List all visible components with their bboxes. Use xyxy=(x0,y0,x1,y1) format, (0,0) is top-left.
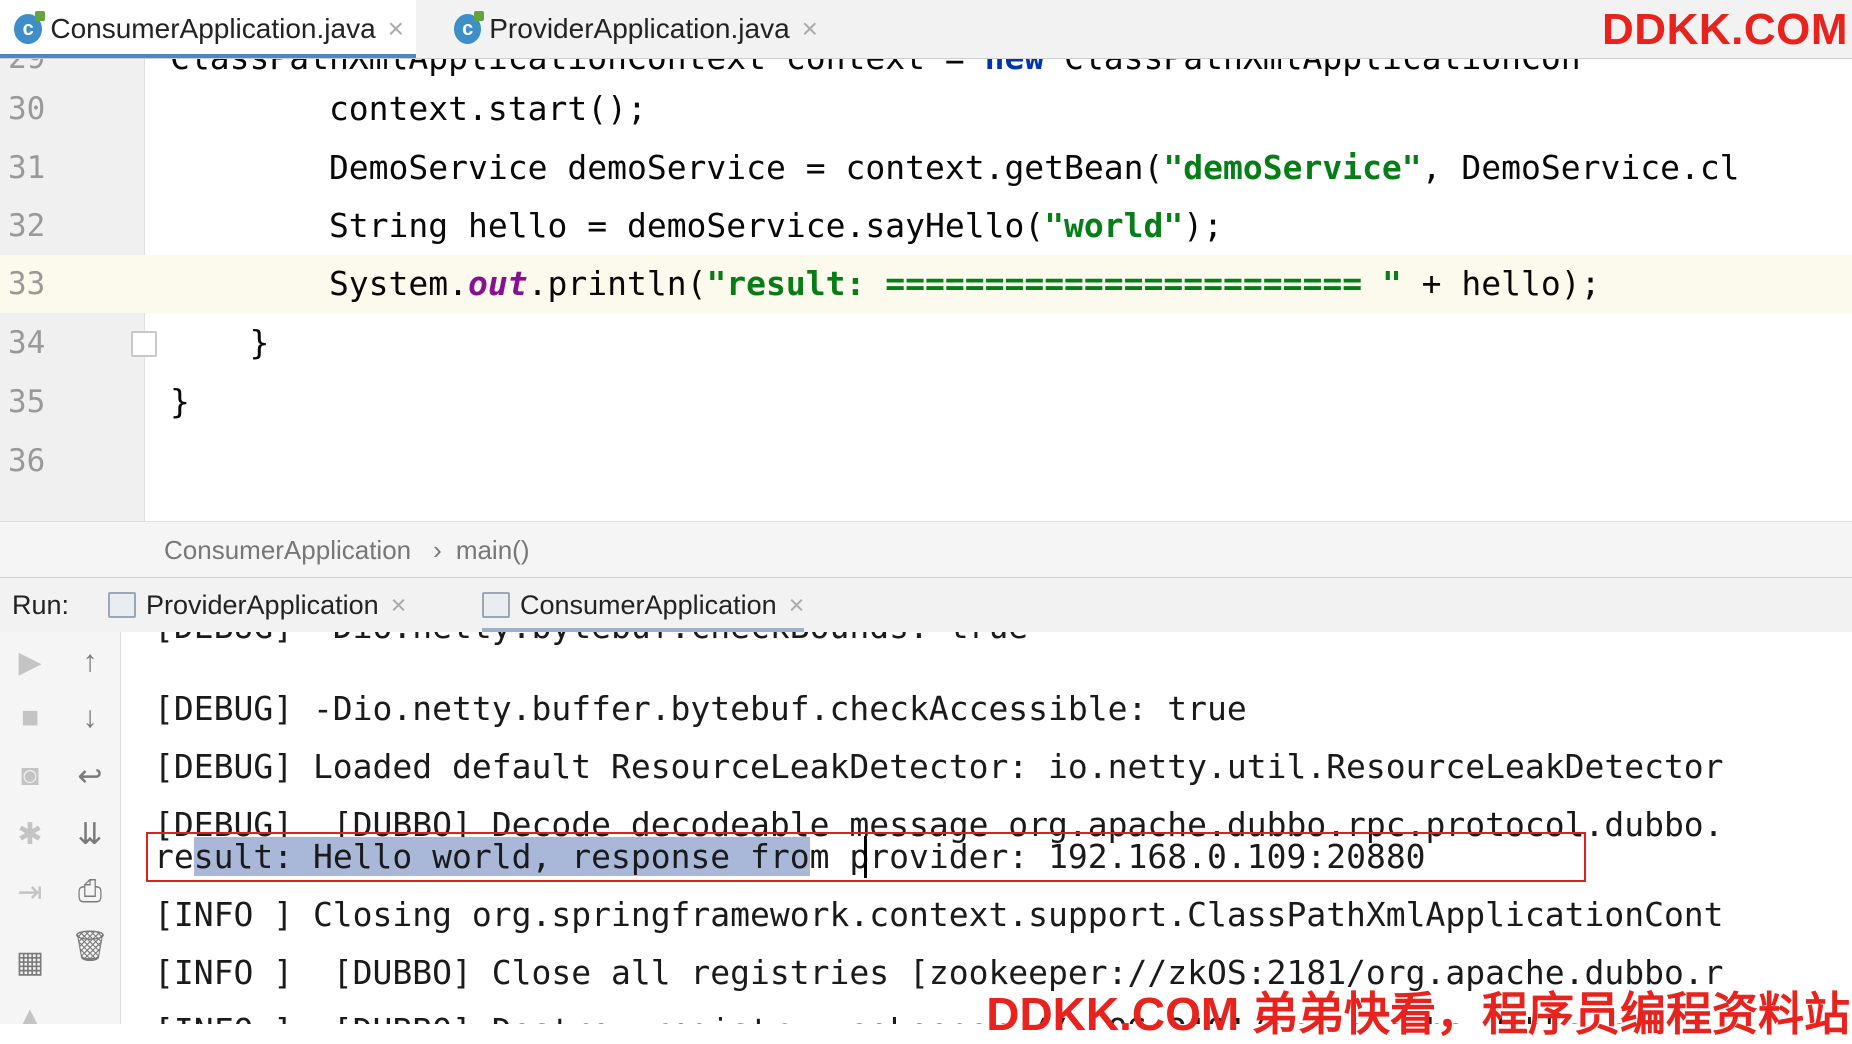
close-icon[interactable]: × xyxy=(802,13,818,45)
line-number: 31 xyxy=(8,150,46,186)
code-line: 36 xyxy=(0,432,1852,490)
application-icon xyxy=(108,592,136,618)
layout-icon[interactable]: ▦ xyxy=(10,942,50,982)
code-text: DemoService demoService = context.getBea… xyxy=(170,148,1740,187)
console-line: [DEBUG] -Dio.netty.buffer.bytebuf.checkA… xyxy=(154,689,1247,728)
code-line: 34 } xyxy=(0,314,1852,372)
console-line: [DEBUG] Loaded default ResourceLeakDetec… xyxy=(154,747,1724,786)
scroll-to-end-icon[interactable]: ⇊ xyxy=(70,814,110,854)
console-line: [DEBUG] -Dio.netty.bytebuf.checkBounds: … xyxy=(154,632,1028,656)
code-line-current: 33 System.out.println("result: =========… xyxy=(0,255,1852,313)
run-tab-consumer[interactable]: ConsumerApplication × xyxy=(482,578,805,632)
tab-label: ProviderApplication.java xyxy=(489,13,790,44)
code-text: String hello = demoService.sayHello("wor… xyxy=(170,206,1224,245)
run-tab-label: ProviderApplication xyxy=(146,589,379,620)
editor-tab-bar: c ConsumerApplication.java × c ProviderA… xyxy=(0,0,1852,59)
text-cursor-icon xyxy=(864,836,867,878)
stop-icon[interactable]: ■ xyxy=(10,698,50,738)
close-icon[interactable]: × xyxy=(789,590,805,621)
breadcrumb-separator: › xyxy=(433,534,442,565)
breadcrumb: ConsumerApplication › main() xyxy=(0,521,1852,578)
run-tab-provider[interactable]: ProviderApplication × xyxy=(108,578,406,632)
debug-icon[interactable]: ✱ xyxy=(10,814,50,854)
soft-wrap-icon[interactable]: ↩ xyxy=(70,756,110,796)
login-icon[interactable]: ⇥ xyxy=(10,872,50,912)
code-line: 31 DemoService demoService = context.get… xyxy=(0,139,1852,197)
tab-consumer-application[interactable]: c ConsumerApplication.java × xyxy=(0,0,416,58)
line-number: 33 xyxy=(0,255,144,313)
run-tool-window-header: Run: ProviderApplication × ConsumerAppli… xyxy=(0,577,1852,633)
watermark-top: DDKK.COM xyxy=(1602,5,1848,54)
fold-marker-icon[interactable] xyxy=(131,331,157,357)
pin-icon[interactable]: ▲ xyxy=(10,998,50,1024)
code-line: 35 } xyxy=(0,373,1852,431)
line-number: 34 xyxy=(8,325,46,361)
code-text: } xyxy=(170,382,190,421)
run-label: Run: xyxy=(12,589,70,620)
line-number: 32 xyxy=(8,208,46,244)
code-text: } xyxy=(170,323,270,362)
application-icon xyxy=(482,592,510,618)
text-selection: sult: Hello world, response fro xyxy=(193,837,810,876)
breadcrumb-method[interactable]: main() xyxy=(456,535,530,566)
rerun-icon[interactable]: ▶ xyxy=(10,642,50,682)
camera-icon[interactable]: ◙ xyxy=(10,756,50,796)
java-class-icon: c xyxy=(14,11,46,44)
code-line: 32 String hello = demoService.sayHello("… xyxy=(0,197,1852,255)
watermark-bottom: DDKK.COM 弟弟快看，程序员编程资料站 xyxy=(986,988,1850,1040)
line-number: 36 xyxy=(8,443,46,479)
code-text: context.start(); xyxy=(170,89,647,128)
console-line: [INFO ] Closing org.springframework.cont… xyxy=(154,895,1724,934)
code-text: System.out.println("result: ============… xyxy=(170,264,1601,303)
tab-provider-application[interactable]: c ProviderApplication.java × xyxy=(440,0,830,58)
code-editor[interactable]: 29 ClassPathXmlApplicationContext contex… xyxy=(0,59,1852,521)
java-class-icon: c xyxy=(454,11,485,44)
run-tab-label: ConsumerApplication xyxy=(520,589,777,620)
console-toolbar: ▶ ↑ ■ ↓ ◙ ↩ ✱ ⇊ ⇥ ⎙ ▦ 🗑 ▲ xyxy=(0,632,121,1024)
close-icon[interactable]: × xyxy=(388,13,404,45)
down-arrow-icon[interactable]: ↓ xyxy=(70,698,110,738)
code-line: 30 context.start(); xyxy=(0,80,1852,138)
print-icon[interactable]: ⎙ xyxy=(70,872,110,912)
line-number: 30 xyxy=(8,91,46,127)
up-arrow-icon[interactable]: ↑ xyxy=(70,642,110,682)
line-number: 35 xyxy=(8,384,46,420)
tab-label: ConsumerApplication.java xyxy=(50,13,376,44)
close-icon[interactable]: × xyxy=(391,590,407,621)
console-output[interactable]: ▶ ↑ ■ ↓ ◙ ↩ ✱ ⇊ ⇥ ⎙ ▦ 🗑 ▲ [DEBUG] -Dio.n… xyxy=(0,632,1852,1024)
console-result-line[interactable]: result: Hello world, response from provi… xyxy=(154,828,1426,886)
breadcrumb-class[interactable]: ConsumerApplication xyxy=(164,535,411,566)
trash-icon[interactable]: 🗑 xyxy=(70,926,110,966)
